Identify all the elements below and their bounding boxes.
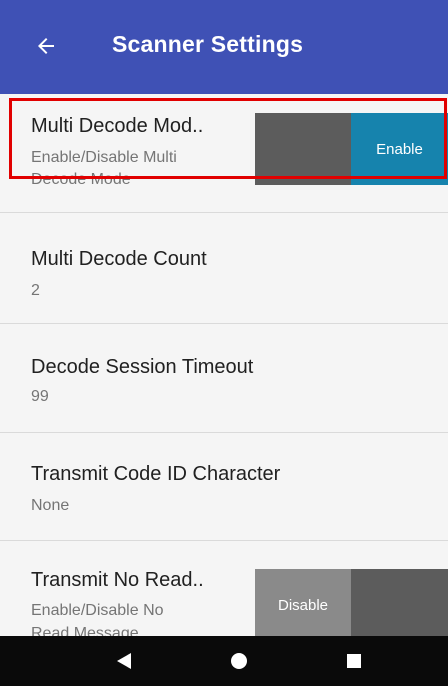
multi-decode-toggle[interactable]: Enable xyxy=(255,113,448,185)
toggle-off-segment xyxy=(255,113,351,185)
system-navigation-bar xyxy=(0,636,448,686)
setting-subtitle-line2: Decode Mode xyxy=(31,171,131,188)
nav-home-button[interactable] xyxy=(209,636,269,686)
setting-title: Transmit Code ID Character xyxy=(31,463,281,485)
setting-title: Multi Decode Mod.. xyxy=(31,115,204,137)
back-triangle-icon xyxy=(117,653,131,669)
recents-square-icon xyxy=(347,654,361,668)
page-title: Scanner Settings xyxy=(112,31,304,57)
setting-value: 2 xyxy=(31,282,40,299)
setting-title: Multi Decode Count xyxy=(31,248,207,270)
setting-subtitle-line1: Enable/Disable No xyxy=(31,602,164,619)
nav-back-button[interactable] xyxy=(94,636,154,686)
setting-decode-session-timeout[interactable]: Decode Session Timeout 99 xyxy=(0,324,448,433)
setting-title: Decode Session Timeout xyxy=(31,356,254,378)
setting-value: None xyxy=(31,497,70,514)
back-arrow-icon[interactable] xyxy=(34,34,58,58)
toggle-disable-label: Disable xyxy=(255,569,351,641)
toggle-on-segment xyxy=(351,569,448,641)
home-circle-icon xyxy=(231,653,247,669)
setting-transmit-no-read[interactable]: Transmit No Read.. Enable/Disable No Rea… xyxy=(0,541,448,642)
nav-recents-button[interactable] xyxy=(324,636,384,686)
setting-transmit-code-id[interactable]: Transmit Code ID Character None xyxy=(0,433,448,541)
app-bar: Scanner Settings xyxy=(0,0,448,94)
setting-subtitle-line1: Enable/Disable Multi xyxy=(31,149,177,166)
setting-multi-decode-count[interactable]: Multi Decode Count 2 xyxy=(0,213,448,324)
toggle-enable-label: Enable xyxy=(351,113,448,185)
setting-title: Transmit No Read.. xyxy=(31,569,204,591)
transmit-no-read-toggle[interactable]: Disable xyxy=(255,569,448,641)
setting-value: 99 xyxy=(31,388,49,405)
setting-multi-decode-mode[interactable]: Multi Decode Mod.. Enable/Disable Multi … xyxy=(0,94,448,213)
